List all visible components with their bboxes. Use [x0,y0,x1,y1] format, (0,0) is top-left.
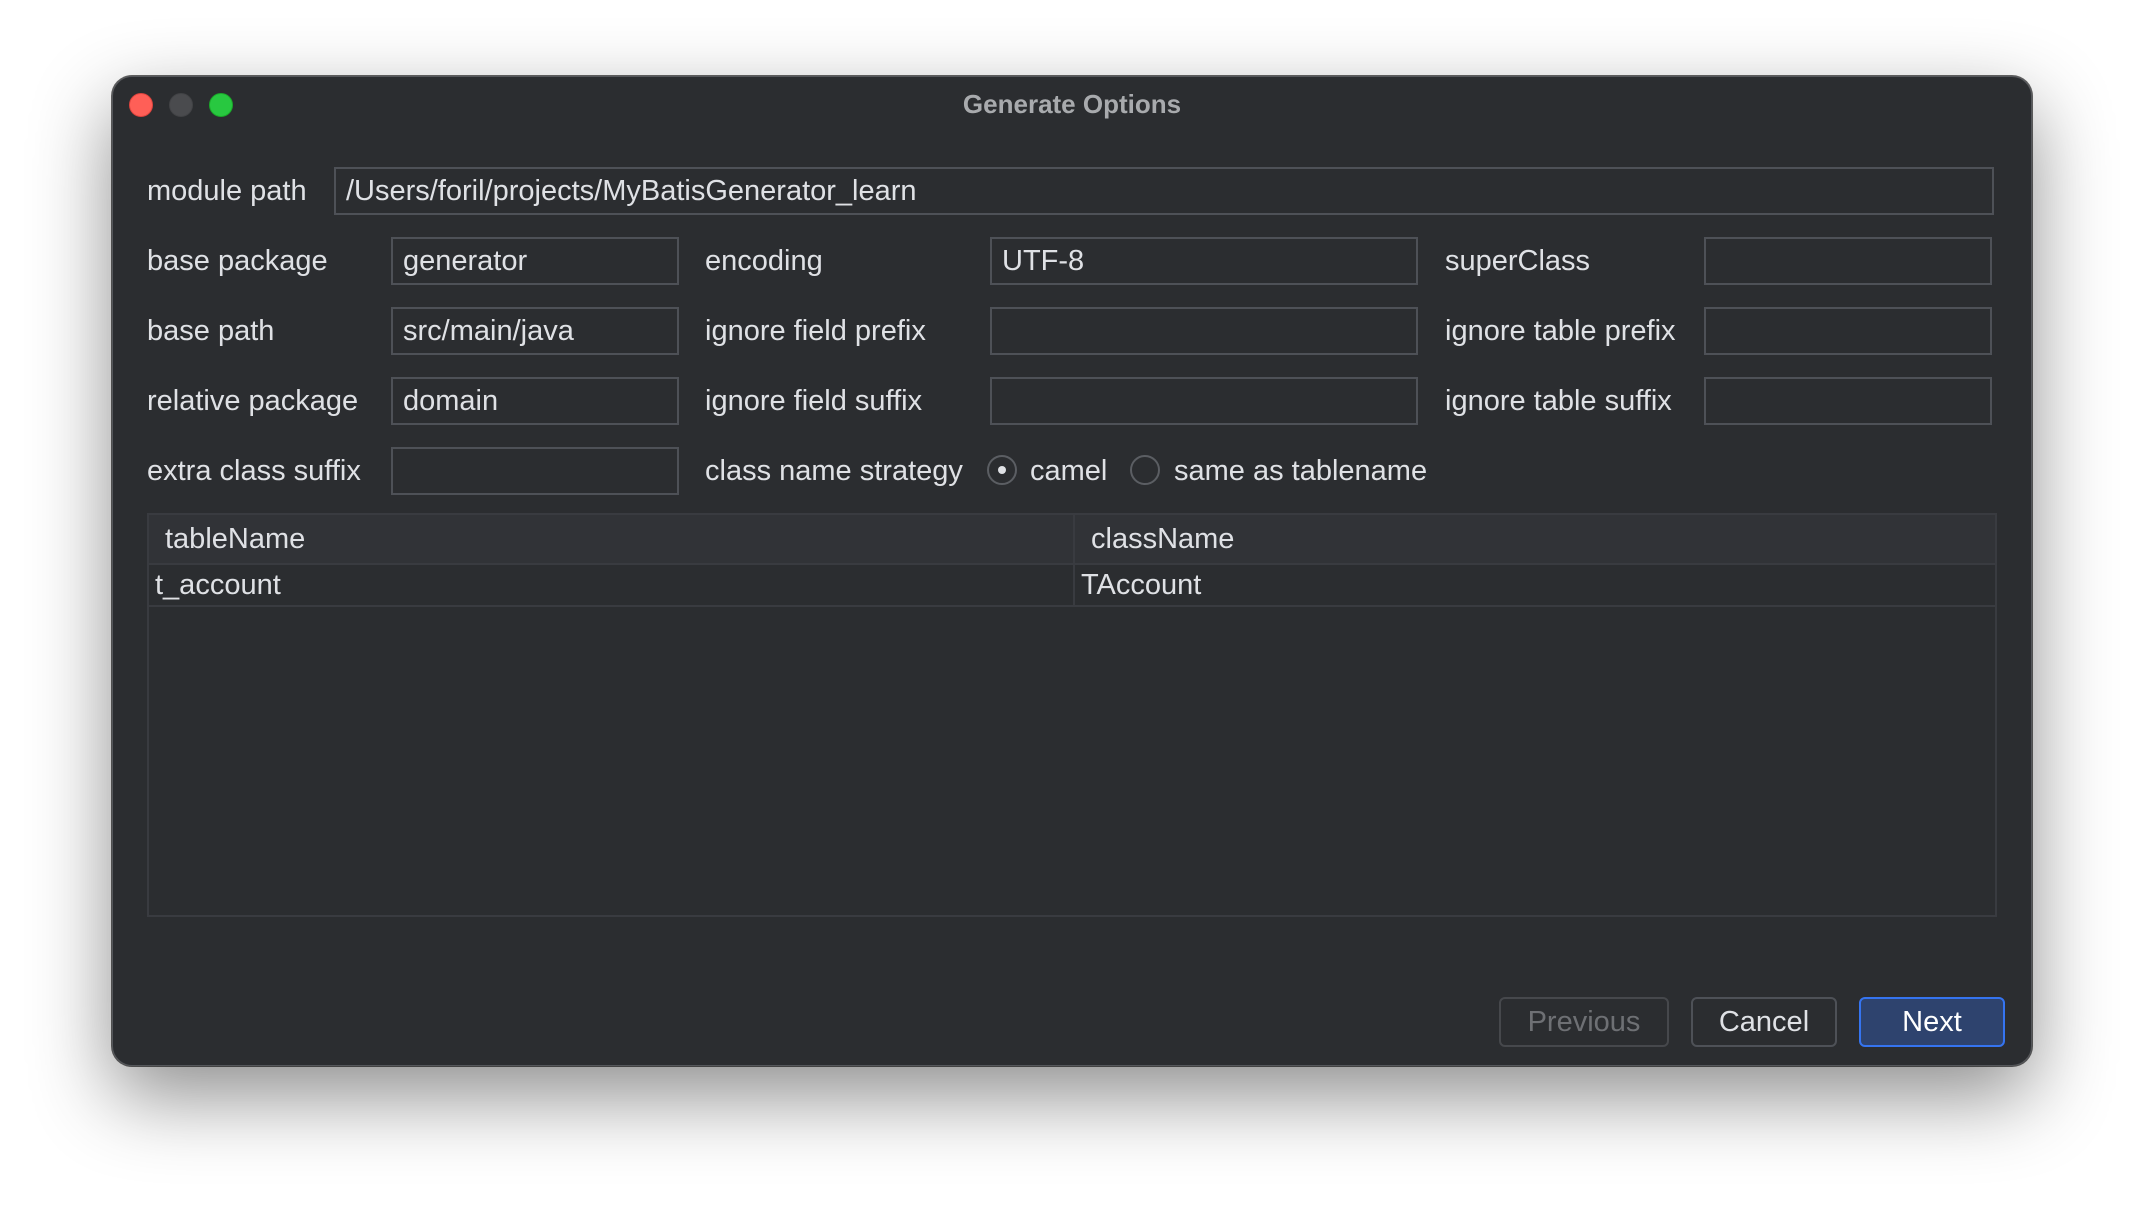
ignore-field-prefix-input[interactable] [990,307,1418,355]
class-name-strategy-label: class name strategy [705,455,963,487]
camel-radio-label[interactable]: camel [1030,454,1107,488]
same-as-tablename-radio-label[interactable]: same as tablename [1174,454,1427,488]
same-as-tablename-radio[interactable] [1130,455,1160,485]
camel-radio[interactable] [987,455,1017,485]
next-button[interactable]: Next [1859,997,2005,1047]
relative-package-label: relative package [147,385,359,417]
superclass-label: superClass [1445,245,1591,277]
encoding-input[interactable]: UTF-8 [990,237,1418,285]
base-path-label: base path [147,315,275,347]
ignore-table-prefix-input[interactable] [1704,307,1992,355]
superclass-input[interactable] [1704,237,1992,285]
cancel-button[interactable]: Cancel [1691,997,1837,1047]
cell-classname[interactable]: TAccount [1075,565,1995,605]
encoding-label: encoding [705,245,823,277]
table-header: tableName className [149,515,1995,565]
extra-class-suffix-label: extra class suffix [147,455,361,487]
module-path-input[interactable]: /Users/foril/projects/MyBatisGenerator_l… [334,167,1994,215]
window-title: Generate Options [962,89,1182,119]
relative-package-input[interactable]: domain [391,377,679,425]
module-path-label: module path [147,175,307,207]
table-row[interactable]: t_account TAccount [149,565,1995,607]
ignore-field-suffix-input[interactable] [990,377,1418,425]
ignore-table-suffix-label: ignore table suffix [1445,385,1672,417]
column-header-tablename[interactable]: tableName [149,515,1073,563]
column-header-classname[interactable]: className [1075,515,1995,563]
table-mapping-grid[interactable]: tableName className t_account TAccount [147,513,1997,917]
ignore-table-prefix-label: ignore table prefix [1445,315,1676,347]
base-path-input[interactable]: src/main/java [391,307,679,355]
cell-tablename[interactable]: t_account [149,565,1073,605]
ignore-field-prefix-label: ignore field prefix [705,315,926,347]
ignore-field-suffix-label: ignore field suffix [705,385,923,417]
base-package-label: base package [147,245,328,277]
previous-button[interactable]: Previous [1499,997,1669,1047]
base-package-input[interactable]: generator [391,237,679,285]
generate-options-dialog: Generate Options module path /Users/fori… [112,76,2032,1066]
extra-class-suffix-input[interactable] [391,447,679,495]
ignore-table-suffix-input[interactable] [1704,377,1992,425]
